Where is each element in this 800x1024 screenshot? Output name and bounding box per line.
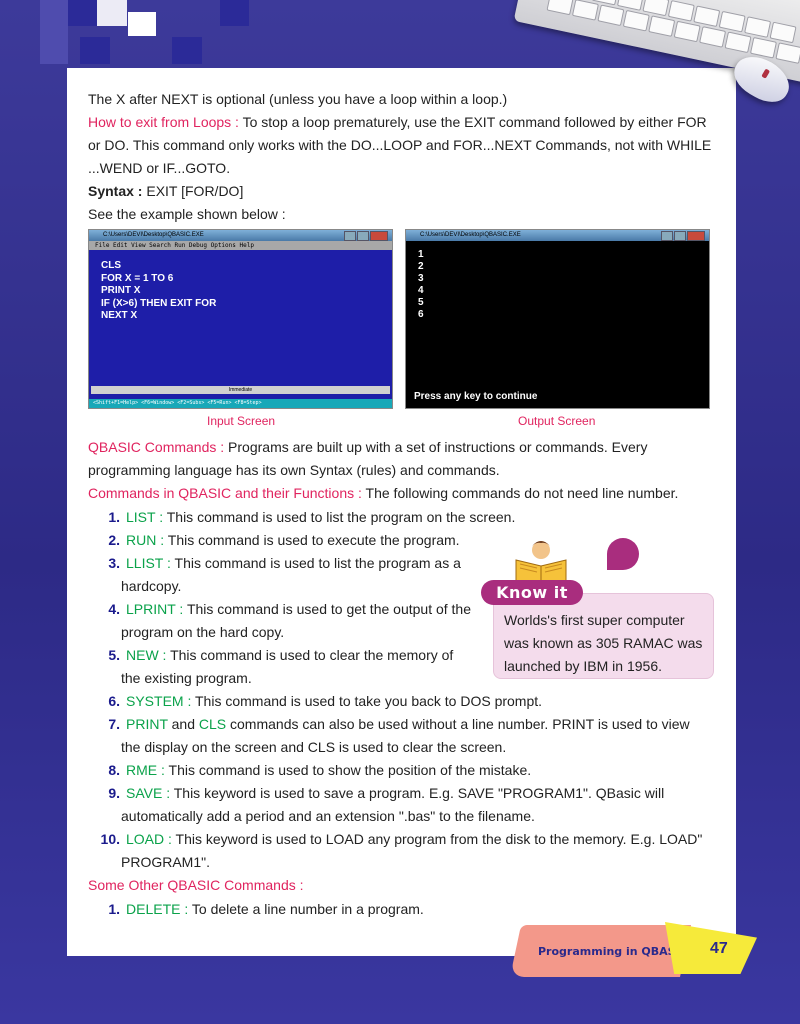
functions-heading: Commands in QBASIC and their Functions :: [88, 485, 362, 501]
command-item: 10. LOAD : This keyword is used to LOAD a…: [100, 831, 703, 870]
command-name: LPRINT :: [126, 601, 184, 617]
command-name: RUN :: [126, 532, 165, 548]
syntax-line: Syntax : EXIT [FOR/DO]: [88, 180, 714, 203]
functions-line: Commands in QBASIC and their Functions :…: [88, 482, 714, 505]
page-number: 47: [710, 940, 728, 957]
command-item: 1. DELETE : To delete a line number in a …: [108, 901, 424, 917]
functions-body: The following commands do not need line …: [361, 485, 679, 501]
command-name: SYSTEM :: [126, 693, 192, 709]
decor-square: [128, 12, 156, 36]
command-item: 8. RME : This command is used to show the…: [108, 762, 532, 778]
decor-square: [220, 0, 249, 26]
decor-square: [97, 0, 127, 26]
reading-child-icon: [515, 541, 567, 584]
immediate-window: Immediate: [91, 386, 390, 394]
output-caption: Output Screen: [518, 414, 596, 428]
know-it-label: Know it: [481, 580, 583, 605]
command-name: LIST :: [126, 509, 164, 525]
command-item: 6. SYSTEM : This command is used to take …: [108, 693, 543, 709]
decor-square: [80, 37, 110, 64]
output-numbers: 1 2 3 4 5 6: [418, 249, 424, 320]
qbasic-commands-heading: QBASIC Commands :: [88, 439, 225, 455]
qbasic-status: <Shift+F1=Help> <F6=Window> <F2=Subs> <F…: [89, 399, 392, 408]
input-caption: Input Screen: [207, 414, 276, 428]
command-name: PRINT: [126, 716, 168, 732]
decor-square: [172, 37, 202, 64]
command-item: 7. PRINT and CLS commands can also be use…: [108, 716, 690, 755]
command-name: SAVE :: [126, 785, 171, 801]
exit-loops-heading: How to exit from Loops :: [88, 114, 239, 130]
syntax-value: EXIT [FOR/DO]: [142, 183, 244, 199]
qbasic-code: CLS FOR X = 1 TO 6 PRINT X IF (X>6) THEN…: [101, 260, 217, 321]
command-item: 3. LLIST : This command is used to list t…: [108, 555, 461, 594]
command-name: NEW :: [126, 647, 167, 663]
command-name: LOAD :: [126, 831, 172, 847]
command-name: CLS: [198, 716, 227, 732]
maximize-icon: [357, 231, 369, 241]
maximize-icon: [674, 231, 686, 241]
minimize-icon: [661, 231, 673, 241]
output-message: Press any key to continue: [414, 391, 538, 402]
close-icon: [687, 231, 705, 241]
command-item: 4. LPRINT : This command is used to get t…: [108, 601, 472, 640]
know-it-box: Worlds's first super computer was known …: [493, 593, 714, 679]
minimize-icon: [344, 231, 356, 241]
exit-loops-paragraph: How to exit from Loops : To stop a loop …: [88, 111, 714, 180]
command-name: LLIST :: [126, 555, 171, 571]
command-item: 9. SAVE : This keyword is used to save a …: [108, 785, 665, 824]
qbasic-commands-paragraph: QBASIC Commands : Programs are built up …: [88, 436, 714, 482]
intro-line: The X after NEXT is optional (unless you…: [88, 91, 508, 107]
example-line: See the example shown below :: [88, 206, 286, 222]
command-name: DELETE :: [126, 901, 189, 917]
output-console: 1 2 3 4 5 6 Press any key to continue: [406, 241, 709, 408]
window-title: C:\Users\DEVI\Desktop\QBASIC.EXE: [103, 232, 204, 238]
callout-bubble: [607, 538, 639, 570]
command-name: RME :: [126, 762, 165, 778]
window-title: C:\Users\DEVI\Desktop\QBASIC.EXE: [420, 232, 521, 238]
qbasic-menu: File Edit View Search Run Debug Options …: [89, 241, 392, 250]
know-it-text: Worlds's first super computer was known …: [504, 612, 703, 674]
input-screen: C:\Users\DEVI\Desktop\QBASIC.EXE File Ed…: [88, 229, 393, 409]
syntax-label: Syntax :: [88, 183, 143, 199]
close-icon: [370, 231, 388, 241]
command-item: 5. NEW : This command is used to clear th…: [108, 647, 454, 686]
footer-section: Programming in QBASIC: [538, 945, 688, 958]
window-titlebar: C:\Users\DEVI\Desktop\QBASIC.EXE: [406, 230, 709, 241]
window-titlebar: C:\Users\DEVI\Desktop\QBASIC.EXE: [89, 230, 392, 241]
decor-square: [67, 0, 97, 26]
output-screen: C:\Users\DEVI\Desktop\QBASIC.EXE 1 2 3 4…: [405, 229, 710, 409]
qbasic-editor: File Edit View Search Run Debug Options …: [89, 241, 392, 408]
other-commands-heading: Some Other QBASIC Commands :: [88, 877, 304, 893]
decor-square: [40, 0, 68, 64]
command-item: 1. LIST : This command is used to list th…: [108, 509, 516, 525]
